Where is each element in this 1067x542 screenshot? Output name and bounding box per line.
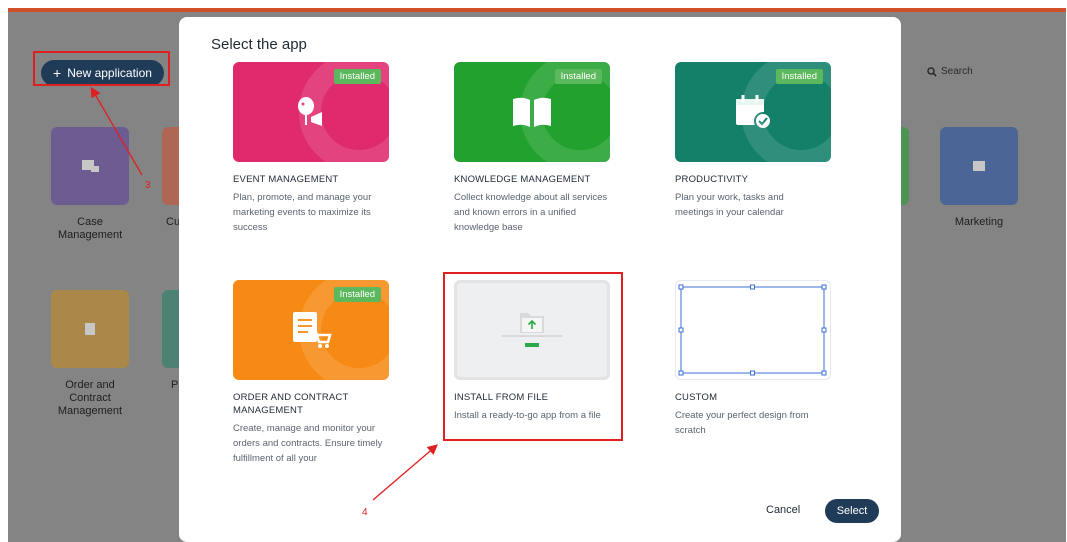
marketing-icon: [973, 161, 985, 171]
installed-badge: Installed: [333, 69, 381, 84]
annotation-box-install-from-file: [443, 272, 623, 441]
cancel-button[interactable]: Cancel: [766, 504, 800, 516]
app-tile-order-contract[interactable]: [51, 290, 129, 368]
card-title: EVENT MANAGEMENT: [233, 174, 339, 185]
card-description: Plan your work, tasks and meetings in yo…: [675, 192, 784, 218]
card-image: Installed: [233, 62, 389, 162]
select-button[interactable]: Select: [825, 499, 879, 523]
app-tile-marketing[interactable]: [940, 127, 1018, 205]
search-field[interactable]: Search: [927, 66, 973, 77]
search-icon: [927, 66, 937, 77]
card-image: Installed: [233, 280, 389, 380]
card-description: Create your perfect design from scratch: [675, 410, 809, 436]
installed-badge: Installed: [333, 287, 381, 302]
card-description: Collect knowledge about all services and…: [454, 192, 608, 233]
annotation-step-4: 4: [362, 507, 368, 518]
card-image: [675, 280, 831, 380]
card-description: Plan, promote, and manage your marketing…: [233, 192, 372, 233]
card-title: ORDER AND CONTRACT MANAGEMENT: [233, 392, 349, 416]
select-app-dialog: Select the app Installed EVENT MANAGEMEN…: [179, 17, 901, 542]
app-label-case-management: Case Management: [58, 216, 123, 241]
annotation-box-new-application: [33, 51, 170, 86]
installed-badge: Installed: [554, 69, 602, 84]
blank-canvas-icon: [678, 284, 827, 376]
app-label-order-contract: Order and Contract Management: [57, 379, 123, 417]
search-label: Search: [941, 66, 973, 77]
card-image: Installed: [675, 62, 831, 162]
app-label-marketing: Marketing: [954, 216, 1004, 228]
installed-badge: Installed: [775, 69, 823, 84]
app-tile-case-management[interactable]: [51, 127, 129, 205]
card-title: KNOWLEDGE MANAGEMENT: [454, 174, 591, 185]
order-icon: [85, 323, 95, 335]
annotation-step-3: 3: [145, 180, 151, 191]
card-description: Create, manage and monitor your orders a…: [233, 423, 383, 464]
case-icon: [82, 160, 99, 172]
app-tile-partial-green[interactable]: [901, 127, 909, 205]
dialog-title: Select the app: [211, 36, 307, 53]
card-title: PRODUCTIVITY: [675, 174, 749, 185]
card-title: CUSTOM: [675, 392, 718, 403]
card-image: Installed: [454, 62, 610, 162]
